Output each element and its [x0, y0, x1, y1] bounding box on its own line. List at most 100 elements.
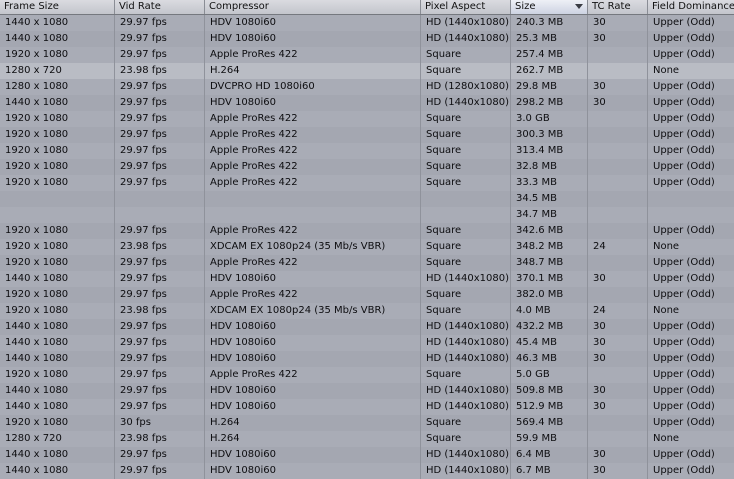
field-dominance-cell: Upper (Odd)	[653, 257, 715, 268]
frame-size-cell: 1440 x 1080	[0, 271, 115, 287]
size-cell: 32.8 MB	[511, 159, 588, 175]
field-dominance-cell: Upper (Odd)	[653, 353, 715, 364]
size-cell: 257.4 MB	[511, 47, 588, 63]
tc-rate-cell: 30	[588, 95, 648, 111]
frame-size-cell: 1920 x 1080	[0, 143, 115, 159]
table-row[interactable]: 1440 x 1080 29.97 fps HDV 1080i60 HD (1440x…	[0, 351, 734, 367]
table-row[interactable]: 1440 x 1080 29.97 fps HDV 1080i60 HD (1440x…	[0, 319, 734, 335]
column-header-size[interactable]: Size	[511, 0, 588, 14]
table-row[interactable]: 1440 x 1080 29.97 fps HDV 1080i60 HD (1440x…	[0, 95, 734, 111]
vid-rate-cell: 29.97 fps	[115, 383, 205, 399]
compressor-cell: HDV 1080i60	[205, 447, 421, 463]
table-row[interactable]: 1920 x 1080 30 fps H.264 Square 569.4 MB Uppe…	[0, 415, 734, 431]
frame-size-cell: 1280 x 720	[0, 431, 115, 447]
vid-rate-cell: 29.97 fps	[115, 351, 205, 367]
table-row[interactable]: 1920 x 1080 29.97 fps Apple ProRes 422 Squa…	[0, 223, 734, 239]
tc-rate-cell	[588, 175, 648, 191]
table-row[interactable]: 1920 x 1080 23.98 fps XDCAM EX 1080p24 (35…	[0, 303, 734, 319]
pixel-aspect-cell: Square	[421, 159, 511, 175]
frame-size-cell: 1440 x 1080	[0, 15, 115, 31]
frame-size-cell: 1920 x 1080	[0, 239, 115, 255]
pixel-aspect-cell: Square	[421, 127, 511, 143]
compressor-cell: H.264	[205, 431, 421, 447]
field-dominance-cell: None	[653, 241, 680, 252]
column-header-vid-rate[interactable]: Vid Rate	[115, 0, 205, 14]
compressor-cell: HDV 1080i60	[205, 351, 421, 367]
size-cell: 34.7 MB	[511, 207, 588, 223]
column-header-tc-rate[interactable]: TC Rate	[588, 0, 648, 14]
table-row[interactable]: 1920 x 1080 29.97 fps Apple ProRes 422 Squa…	[0, 111, 734, 127]
table-row[interactable]: 1440 x 1080 29.97 fps HDV 1080i60 HD (1440x…	[0, 31, 734, 47]
column-header-frame-size[interactable]: Frame Size	[0, 0, 115, 14]
frame-size-cell: 1920 x 1080	[0, 303, 115, 319]
pixel-aspect-cell: Square	[421, 287, 511, 303]
table-row[interactable]: 1440 x 1080 29.97 fps HDV 1080i60 HD (1440x…	[0, 447, 734, 463]
compressor-cell: Apple ProRes 422	[205, 143, 421, 159]
table-row[interactable]: 1920 x 1080 29.97 fps Apple ProRes 422 Squa…	[0, 255, 734, 271]
table-row[interactable]: 1280 x 720 23.98 fps H.264 Square 262.7 MB No…	[0, 63, 734, 79]
field-dominance-cell: Upper (Odd)	[653, 273, 715, 284]
compressor-cell: HDV 1080i60	[205, 31, 421, 47]
size-cell: 370.1 MB	[511, 271, 588, 287]
table-row[interactable]: 1920 x 1080 29.97 fps Apple ProRes 422 Squa…	[0, 143, 734, 159]
table-row[interactable]: 1920 x 1080 29.97 fps Apple ProRes 422 Squa…	[0, 127, 734, 143]
compressor-cell: HDV 1080i60	[205, 95, 421, 111]
column-header-size-label: Size	[515, 1, 536, 12]
table-row[interactable]: 1920 x 1080 29.97 fps Apple ProRes 422 Squa…	[0, 287, 734, 303]
pixel-aspect-cell: HD (1440x1080)	[421, 335, 511, 351]
size-cell: 262.7 MB	[511, 63, 588, 79]
field-dominance-cell: Upper (Odd)	[653, 177, 715, 188]
tc-rate-cell: 30	[588, 79, 648, 95]
vid-rate-cell	[115, 207, 205, 223]
table-row[interactable]: 1440 x 1080 29.97 fps HDV 1080i60 HD (1440x…	[0, 335, 734, 351]
table-row[interactable]: 1440 x 1080 29.97 fps HDV 1080i60 HD (1440x…	[0, 463, 734, 479]
table-row[interactable]: 1280 x 1080 29.97 fps DVCPRO HD 1080i60 HD …	[0, 79, 734, 95]
table-row[interactable]: 1920 x 1080 23.98 fps XDCAM EX 1080p24 (35…	[0, 239, 734, 255]
column-header-field-dominance[interactable]: Field Dominance	[648, 0, 734, 14]
tc-rate-cell	[588, 415, 648, 431]
pixel-aspect-cell: Square	[421, 175, 511, 191]
table-row[interactable]: 1440 x 1080 29.97 fps HDV 1080i60 HD (1440x…	[0, 271, 734, 287]
tc-rate-cell	[588, 63, 648, 79]
table-row[interactable]: 1920 x 1080 29.97 fps Apple ProRes 422 Squa…	[0, 175, 734, 191]
tc-rate-cell	[588, 191, 648, 207]
vid-rate-cell: 30 fps	[115, 415, 205, 431]
tc-rate-cell	[588, 159, 648, 175]
size-cell: 4.0 MB	[511, 303, 588, 319]
pixel-aspect-cell: Square	[421, 303, 511, 319]
size-cell: 45.4 MB	[511, 335, 588, 351]
compressor-cell: Apple ProRes 422	[205, 175, 421, 191]
table-row[interactable]: 34.5 MB	[0, 191, 734, 207]
compressor-cell: Apple ProRes 422	[205, 127, 421, 143]
column-header-pixel-aspect[interactable]: Pixel Aspect	[421, 0, 511, 14]
size-cell: 348.2 MB	[511, 239, 588, 255]
tc-rate-cell	[588, 47, 648, 63]
table-row[interactable]: 1920 x 1080 29.97 fps Apple ProRes 422 Squa…	[0, 47, 734, 63]
frame-size-cell: 1920 x 1080	[0, 287, 115, 303]
vid-rate-cell: 29.97 fps	[115, 255, 205, 271]
tc-rate-cell: 30	[588, 447, 648, 463]
table-row[interactable]: 34.7 MB	[0, 207, 734, 223]
pixel-aspect-cell: HD (1440x1080)	[421, 399, 511, 415]
pixel-aspect-cell: HD (1440x1080)	[421, 383, 511, 399]
pixel-aspect-cell: Square	[421, 47, 511, 63]
field-dominance-cell: Upper (Odd)	[653, 449, 715, 460]
vid-rate-cell: 29.97 fps	[115, 447, 205, 463]
table-row[interactable]: 1440 x 1080 29.97 fps HDV 1080i60 HD (1440x…	[0, 15, 734, 31]
frame-size-cell: 1440 x 1080	[0, 463, 115, 479]
table-row[interactable]: 1920 x 1080 29.97 fps Apple ProRes 422 Squa…	[0, 159, 734, 175]
clip-list: 1440 x 1080 29.97 fps HDV 1080i60 HD (1440x…	[0, 15, 734, 479]
field-dominance-cell: None	[653, 65, 680, 76]
field-dominance-cell	[648, 191, 734, 207]
frame-size-cell	[0, 191, 115, 207]
vid-rate-cell: 29.97 fps	[115, 127, 205, 143]
field-dominance-cell: Upper (Odd)	[653, 97, 715, 108]
compressor-cell: DVCPRO HD 1080i60	[205, 79, 421, 95]
table-row[interactable]: 1440 x 1080 29.97 fps HDV 1080i60 HD (1440x…	[0, 383, 734, 399]
table-row[interactable]: 1280 x 720 23.98 fps H.264 Square 59.9 MB Non…	[0, 431, 734, 447]
tc-rate-cell	[588, 111, 648, 127]
column-header-compressor[interactable]: Compressor	[205, 0, 421, 14]
table-row[interactable]: 1920 x 1080 29.97 fps Apple ProRes 422 Squa…	[0, 367, 734, 383]
table-row[interactable]: 1440 x 1080 29.97 fps HDV 1080i60 HD (1440x…	[0, 399, 734, 415]
vid-rate-cell: 23.98 fps	[115, 239, 205, 255]
